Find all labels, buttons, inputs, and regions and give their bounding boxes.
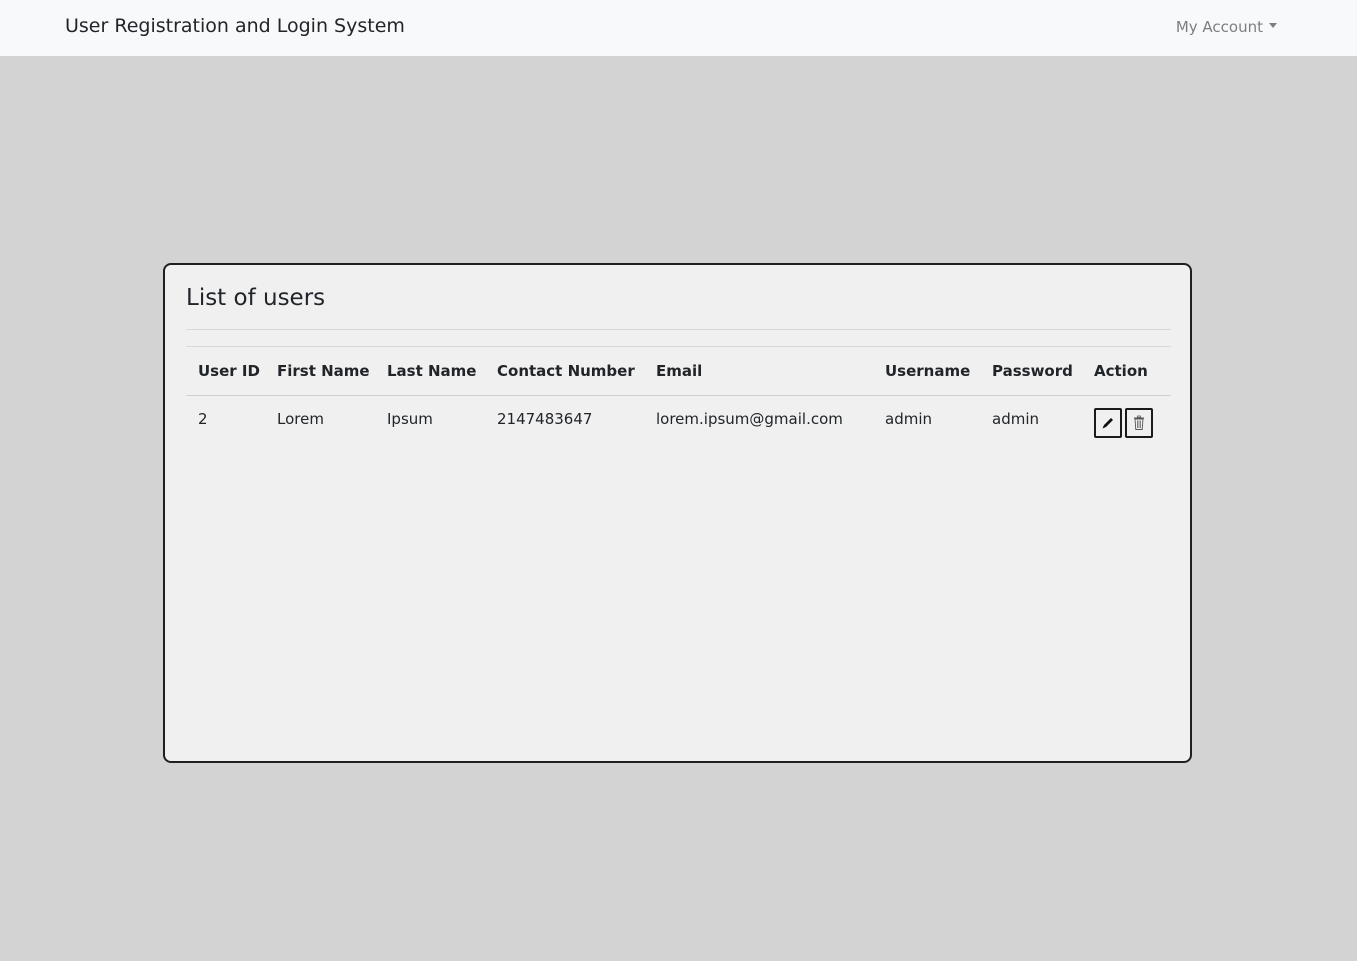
table-header-row: User ID First Name Last Name Contact Num… bbox=[186, 346, 1171, 396]
header-email: Email bbox=[656, 362, 703, 380]
title-divider bbox=[186, 329, 1171, 330]
header-contact-number: Contact Number bbox=[497, 362, 635, 380]
users-card: List of users User ID First Name Last Na… bbox=[163, 263, 1192, 763]
cell-username: admin bbox=[885, 410, 932, 428]
header-action: Action bbox=[1094, 362, 1148, 380]
card-title: List of users bbox=[186, 285, 326, 311]
cell-email: lorem.ipsum@gmail.com bbox=[656, 410, 843, 428]
cell-user-id: 2 bbox=[198, 410, 208, 428]
navbar: User Registration and Login System My Ac… bbox=[0, 0, 1357, 56]
cell-password: admin bbox=[992, 410, 1039, 428]
delete-button[interactable] bbox=[1125, 408, 1153, 438]
header-last-name: Last Name bbox=[387, 362, 477, 380]
my-account-label: My Account bbox=[1175, 18, 1263, 36]
navbar-brand[interactable]: User Registration and Login System bbox=[65, 15, 405, 37]
header-password: Password bbox=[992, 362, 1073, 380]
pencil-icon bbox=[1102, 418, 1113, 429]
my-account-dropdown[interactable]: My Account bbox=[1176, 18, 1277, 36]
header-first-name: First Name bbox=[277, 362, 370, 380]
cell-contact-number: 2147483647 bbox=[497, 410, 593, 428]
edit-button[interactable] bbox=[1094, 408, 1122, 438]
header-username: Username bbox=[885, 362, 971, 380]
trash-icon bbox=[1134, 415, 1144, 430]
cell-last-name: Ipsum bbox=[387, 410, 433, 428]
cell-action bbox=[1082, 396, 1171, 461]
table-row: 2 Lorem Ipsum 2147483647 lorem.ipsum@gma… bbox=[186, 396, 1171, 461]
caret-down-icon bbox=[1269, 23, 1277, 28]
cell-first-name: Lorem bbox=[277, 410, 324, 428]
header-user-id: User ID bbox=[198, 362, 260, 380]
users-table: User ID First Name Last Name Contact Num… bbox=[186, 346, 1171, 460]
